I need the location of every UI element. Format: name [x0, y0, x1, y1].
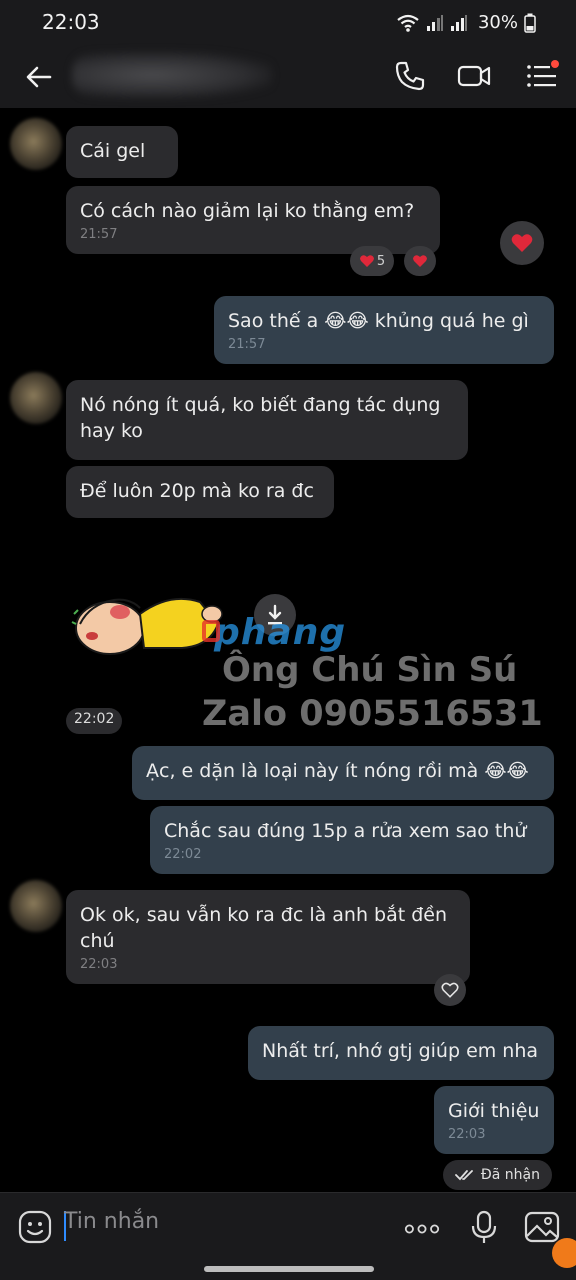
watermark-line2: Zalo 0905516531	[202, 694, 543, 734]
heart-reaction-button[interactable]	[500, 221, 544, 265]
message-text-line: chú	[80, 930, 115, 952]
message-bubble-outgoing[interactable]: Giới thiệu 22:03	[434, 1086, 554, 1154]
message-text: Giới thiệu	[448, 1100, 540, 1122]
message-text: Sao thế a 😂😂 khủng quá he gì	[228, 310, 529, 332]
message-time: 22:03	[80, 957, 118, 972]
avatar[interactable]	[10, 118, 62, 170]
heart-icon	[511, 234, 533, 252]
emoji-icon[interactable]	[18, 1210, 52, 1244]
floating-badge[interactable]	[552, 1238, 576, 1268]
react-button[interactable]	[404, 246, 436, 276]
avatar[interactable]	[10, 372, 62, 424]
watermark-logo-mark	[202, 620, 220, 642]
more-dots-icon[interactable]	[404, 1211, 440, 1247]
message-bubble-outgoing[interactable]: Sao thế a 😂😂 khủng quá he gì 21:57	[214, 296, 554, 364]
message-text-line: Ok ok, sau vẫn ko ra đc là anh bắt đền	[80, 904, 448, 926]
message-bubble-outgoing[interactable]: Chắc sau đúng 15p a rửa xem sao thử 22:0…	[150, 806, 554, 874]
status-icons: 30%	[396, 12, 536, 33]
message-input[interactable]: Tin nhắn	[64, 1209, 159, 1234]
back-arrow-icon[interactable]	[22, 60, 56, 94]
delivery-status-text: Đã nhận	[480, 1167, 540, 1183]
message-text-line: Nó nóng ít quá, ko biết đang tác dụng	[80, 394, 441, 416]
contact-name-blurred[interactable]	[72, 52, 272, 98]
signal-icon	[426, 14, 443, 31]
message-time: 22:03	[448, 1127, 486, 1142]
battery-icon	[524, 13, 536, 33]
watermark-line1: Ông Chú Sìn Sú	[222, 650, 518, 690]
message-bubble-incoming[interactable]: Nó nóng ít quá, ko biết đang tác dụng ha…	[66, 380, 468, 460]
message-text-line: hay ko	[80, 420, 143, 442]
react-button[interactable]	[434, 974, 466, 1006]
message-bubble-outgoing[interactable]: Nhất trí, nhớ gtj giúp em nha	[248, 1026, 554, 1080]
message-bubble-incoming[interactable]: Cái gel	[66, 126, 178, 178]
message-text: Nhất trí, nhớ gtj giúp em nha	[262, 1040, 539, 1062]
message-text: Ạc, e dặn là loại này ít nóng rồi mà 😂😂	[146, 760, 529, 782]
video-call-icon[interactable]	[456, 58, 492, 94]
sticker-time: 22:02	[66, 708, 123, 734]
message-time: 21:57	[80, 227, 118, 242]
message-text: Chắc sau đúng 15p a rửa xem sao thử	[164, 820, 527, 842]
message-time: 21:57	[228, 337, 266, 352]
message-text: Cái gel	[80, 140, 146, 162]
home-indicator[interactable]	[204, 1266, 374, 1272]
chat-header	[0, 44, 576, 108]
reaction-summary[interactable]: 5	[350, 246, 394, 276]
heart-icon	[413, 255, 427, 267]
status-time: 22:03	[42, 10, 100, 34]
message-text: Có cách nào giảm lại ko thằng em?	[80, 200, 415, 222]
message-time: 22:02	[164, 847, 202, 862]
reaction-count: 5	[376, 253, 386, 269]
message-bubble-outgoing[interactable]: Ạc, e dặn là loại này ít nóng rồi mà 😂😂	[132, 746, 554, 800]
wifi-icon	[397, 14, 419, 32]
image-icon[interactable]	[524, 1209, 560, 1245]
signal-icon	[450, 14, 467, 31]
heart-icon	[359, 255, 374, 267]
menu-icon[interactable]	[524, 58, 560, 94]
microphone-icon[interactable]	[466, 1209, 502, 1245]
phone-icon[interactable]	[392, 58, 428, 94]
message-bubble-incoming[interactable]: Có cách nào giảm lại ko thằng em? 21:57	[66, 186, 440, 254]
delivery-status: Đã nhận	[442, 1160, 552, 1190]
watermark-brand: phang	[214, 612, 347, 653]
heart-outline-icon	[441, 982, 459, 998]
status-bar: 22:03 30%	[0, 0, 576, 44]
double-check-icon	[455, 1170, 473, 1181]
battery-percent: 30%	[477, 12, 518, 33]
avatar[interactable]	[10, 880, 62, 932]
message-bubble-incoming[interactable]: Ok ok, sau vẫn ko ra đc là anh bắt đền c…	[66, 890, 470, 984]
message-bubble-incoming[interactable]: Để luôn 20p mà ko ra đc	[66, 466, 334, 518]
message-text: Để luôn 20p mà ko ra đc	[80, 480, 314, 502]
